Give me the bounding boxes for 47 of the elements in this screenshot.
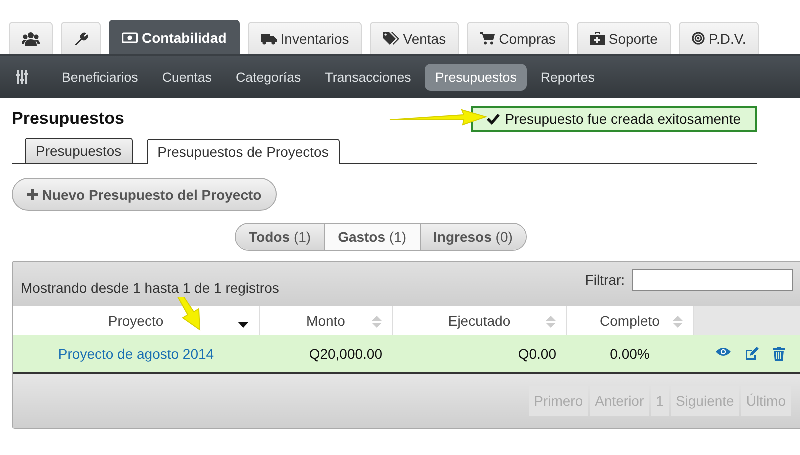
nav-tab[interactable]: Contabilidad bbox=[109, 20, 240, 54]
column-header[interactable]: Monto bbox=[260, 306, 392, 335]
sliders-icon[interactable] bbox=[16, 70, 28, 84]
table-cell: Q20,000.00 bbox=[260, 335, 392, 373]
edit-icon[interactable] bbox=[745, 346, 759, 360]
cart-icon bbox=[480, 32, 496, 45]
menu-item[interactable]: Presupuestos bbox=[425, 64, 527, 90]
records-info: Mostrando desde 1 hasta 1 de 1 registros bbox=[21, 280, 280, 296]
check-icon bbox=[487, 114, 500, 124]
nav-tab[interactable]: Compras bbox=[467, 22, 569, 54]
menu-item[interactable]: Cuentas bbox=[152, 64, 222, 90]
medkit-icon bbox=[590, 32, 605, 45]
nav-tab[interactable] bbox=[61, 22, 101, 54]
plus-icon bbox=[27, 189, 38, 200]
users-icon bbox=[22, 32, 40, 46]
nav-tab[interactable]: Ventas bbox=[370, 22, 460, 54]
tags-icon bbox=[383, 32, 400, 45]
menu-item[interactable]: Reportes bbox=[530, 64, 605, 90]
trash-icon[interactable] bbox=[773, 346, 785, 360]
page-tab[interactable]: Presupuestos de Proyectos bbox=[146, 139, 340, 164]
filter-label: Filtrar: bbox=[585, 272, 625, 288]
nav-tab[interactable]: Soporte bbox=[576, 22, 671, 54]
wrench-icon bbox=[74, 32, 88, 46]
page-tab[interactable]: Presupuestos bbox=[25, 138, 133, 163]
menu-item[interactable]: Categorías bbox=[226, 64, 312, 90]
view-icon[interactable] bbox=[716, 346, 731, 356]
target-icon bbox=[692, 32, 705, 45]
page-title: Presupuestos bbox=[12, 109, 124, 129]
table-cell: 0.00% bbox=[566, 335, 694, 373]
nav-tab[interactable]: Inventarios bbox=[248, 22, 362, 54]
filter-button[interactable]: Ingresos (0) bbox=[420, 224, 526, 250]
column-header[interactable]: Ejecutado bbox=[392, 306, 566, 335]
menu-item[interactable]: Beneficiarios bbox=[52, 64, 148, 90]
menu-item[interactable]: Transacciones bbox=[315, 64, 422, 90]
truck-icon bbox=[260, 32, 277, 44]
annotation-arrow bbox=[176, 297, 202, 331]
nav-tab[interactable]: P.D.V. bbox=[678, 22, 760, 54]
column-header[interactable]: Completo bbox=[566, 306, 694, 335]
alert-text: Presupuesto fue creada exitosamente bbox=[505, 111, 741, 127]
filter-field[interactable] bbox=[632, 269, 793, 291]
column-header[interactable]: Proyecto bbox=[13, 306, 260, 335]
filter-button[interactable]: Gastos (1) bbox=[324, 224, 420, 250]
table-cell: Q0.00 bbox=[392, 335, 566, 373]
money-icon bbox=[122, 32, 138, 44]
nav-tab[interactable] bbox=[9, 22, 53, 54]
new-budget-button[interactable]: Nuevo Presupuesto del Proyecto bbox=[12, 178, 277, 211]
filter-button[interactable]: Todos (1) bbox=[236, 224, 324, 250]
